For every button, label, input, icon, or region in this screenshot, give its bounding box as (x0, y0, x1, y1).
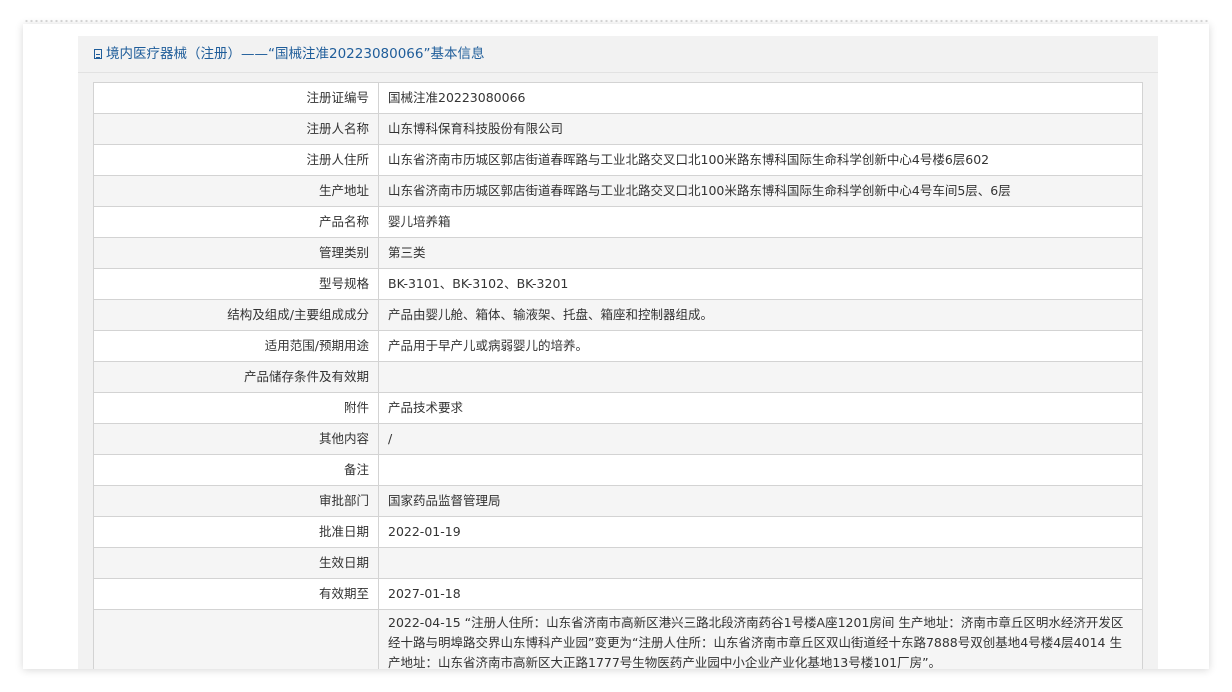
row-value (378, 361, 1143, 393)
row-value: 2022-01-19 (378, 516, 1143, 548)
table-row: 注册人名称 山东博科保育科技股份有限公司 (93, 113, 1143, 145)
document-icon (94, 49, 102, 59)
table-row: 适用范围/预期用途 产品用于早产儿或病弱婴儿的培养。 (93, 330, 1143, 362)
page-title: 境内医疗器械（注册）——“国械注准20223080066”基本信息 (106, 46, 485, 62)
row-label: 管理类别 (93, 237, 379, 269)
row-value: 产品技术要求 (378, 392, 1143, 424)
row-value: 国械注准20223080066 (378, 82, 1143, 114)
row-value: 第三类 (378, 237, 1143, 269)
table-row: 管理类别 第三类 (93, 237, 1143, 269)
row-label: 备注 (93, 454, 379, 486)
row-label: 适用范围/预期用途 (93, 330, 379, 362)
row-value: 国家药品监督管理局 (378, 485, 1143, 517)
table-row: 其他内容 / (93, 423, 1143, 455)
table-row: 批准日期 2022-01-19 (93, 516, 1143, 548)
table-row: 产品名称 婴儿培养箱 (93, 206, 1143, 238)
row-value: 山东省济南市历城区郭店街道春晖路与工业北路交叉口北100米路东博科国际生命科学创… (378, 144, 1143, 176)
table-row: 产品储存条件及有效期 (93, 361, 1143, 393)
row-value: 产品用于早产儿或病弱婴儿的培养。 (378, 330, 1143, 362)
row-label: 生产地址 (93, 175, 379, 207)
row-value: 产品由婴儿舱、箱体、输液架、托盘、箱座和控制器组成。 (378, 299, 1143, 331)
table-row: 审批部门 国家药品监督管理局 (93, 485, 1143, 517)
row-label: 型号规格 (93, 268, 379, 300)
table-row: 注册人住所 山东省济南市历城区郭店街道春晖路与工业北路交叉口北100米路东博科国际… (93, 144, 1143, 176)
table-row: 注册证编号 国械注准20223080066 (93, 82, 1143, 114)
table-row: 2022-04-15 “注册人住所：山东省济南市高新区港兴三路北段济南药谷1号楼… (93, 609, 1143, 669)
table-row: 生产地址 山东省济南市历城区郭店街道春晖路与工业北路交叉口北100米路东博科国际生… (93, 175, 1143, 207)
row-label: 结构及组成/主要组成成分 (93, 299, 379, 331)
row-value (378, 454, 1143, 486)
row-value: / (378, 423, 1143, 455)
row-value: 山东博科保育科技股份有限公司 (378, 113, 1143, 145)
panel-header: 境内医疗器械（注册）——“国械注准20223080066”基本信息 (78, 36, 1158, 73)
content-card: 境内医疗器械（注册）——“国械注准20223080066”基本信息 注册证编号国… (23, 24, 1209, 669)
top-dotted-border (24, 19, 1208, 23)
row-label: 产品名称 (93, 206, 379, 238)
row-value: 山东省济南市历城区郭店街道春晖路与工业北路交叉口北100米路东博科国际生命科学创… (378, 175, 1143, 207)
info-table-wrap: 注册证编号 国械注准20223080066 注册人名称 山东博科保育科技股份有限公司… (93, 82, 1143, 669)
row-label: 其他内容 (93, 423, 379, 455)
info-panel: 境内医疗器械（注册）——“国械注准20223080066”基本信息 注册证编号国… (78, 36, 1158, 669)
table-row: 附件 产品技术要求 (93, 392, 1143, 424)
row-label: 注册证编号 (93, 82, 379, 114)
table-row: 型号规格 BK-3101、BK-3102、BK-3201 (93, 268, 1143, 300)
row-value: BK-3101、BK-3102、BK-3201 (378, 268, 1143, 300)
row-value: 2027-01-18 (378, 578, 1143, 610)
table-row: 结构及组成/主要组成成分 产品由婴儿舱、箱体、输液架、托盘、箱座和控制器组成。 (93, 299, 1143, 331)
table-row: 备注 (93, 454, 1143, 486)
row-label: 附件 (93, 392, 379, 424)
row-value (378, 547, 1143, 579)
row-value: 2022-04-15 “注册人住所：山东省济南市高新区港兴三路北段济南药谷1号楼… (378, 609, 1143, 669)
row-label: 产品储存条件及有效期 (93, 361, 379, 393)
info-table: 注册证编号 国械注准20223080066 注册人名称 山东博科保育科技股份有限公司… (93, 82, 1143, 669)
row-value: 婴儿培养箱 (378, 206, 1143, 238)
table-row: 生效日期 (93, 547, 1143, 579)
row-label: 审批部门 (93, 485, 379, 517)
row-label (93, 609, 379, 669)
table-row: 有效期至 2027-01-18 (93, 578, 1143, 610)
row-label: 批准日期 (93, 516, 379, 548)
row-label: 有效期至 (93, 578, 379, 610)
row-label: 注册人名称 (93, 113, 379, 145)
row-label: 注册人住所 (93, 144, 379, 176)
row-label: 生效日期 (93, 547, 379, 579)
